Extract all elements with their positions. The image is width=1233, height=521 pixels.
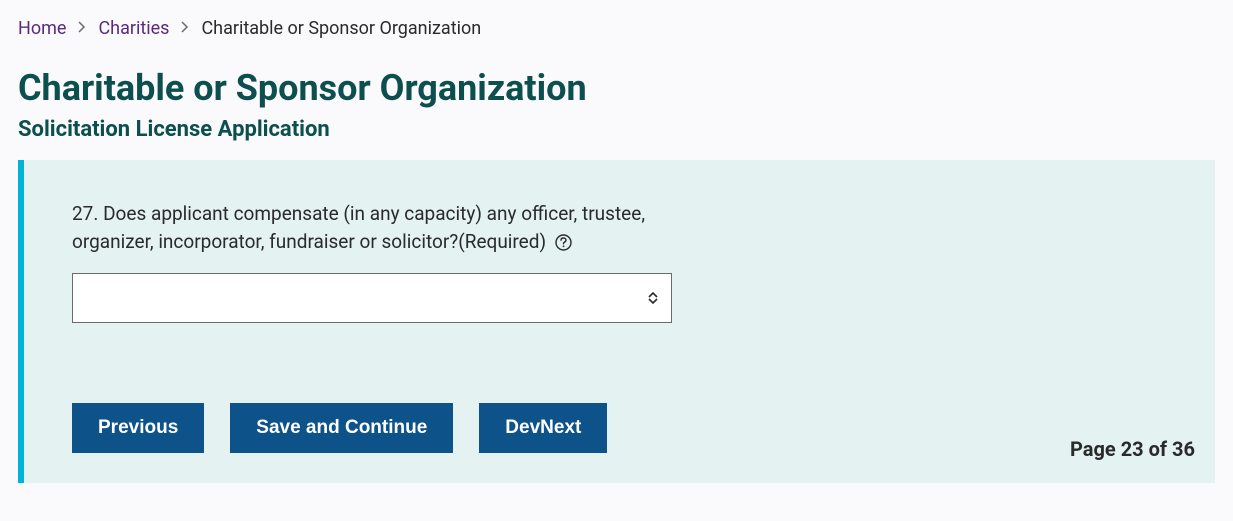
chevron-right-icon [181, 21, 189, 37]
devnext-button[interactable]: DevNext [479, 403, 607, 453]
breadcrumb-home[interactable]: Home [18, 18, 66, 39]
breadcrumb-charities[interactable]: Charities [98, 18, 169, 39]
breadcrumb-current: Charitable or Sponsor Organization [201, 18, 481, 39]
compensation-select[interactable] [72, 273, 672, 323]
page-subtitle: Solicitation License Application [18, 117, 1215, 142]
help-icon[interactable] [555, 234, 572, 251]
chevron-right-icon [78, 21, 86, 37]
page-indicator: Page 23 of 36 [1070, 437, 1195, 461]
form-panel: 27. Does applicant compensate (in any ca… [18, 160, 1215, 483]
page-title: Charitable or Sponsor Organization [18, 67, 1215, 109]
save-continue-button[interactable]: Save and Continue [230, 403, 453, 453]
button-row: Previous Save and Continue DevNext [72, 403, 1167, 453]
breadcrumb: Home Charities Charitable or Sponsor Org… [18, 18, 1215, 39]
question-label: 27. Does applicant compensate (in any ca… [72, 200, 692, 255]
previous-button[interactable]: Previous [72, 403, 204, 453]
select-wrap [72, 273, 672, 323]
